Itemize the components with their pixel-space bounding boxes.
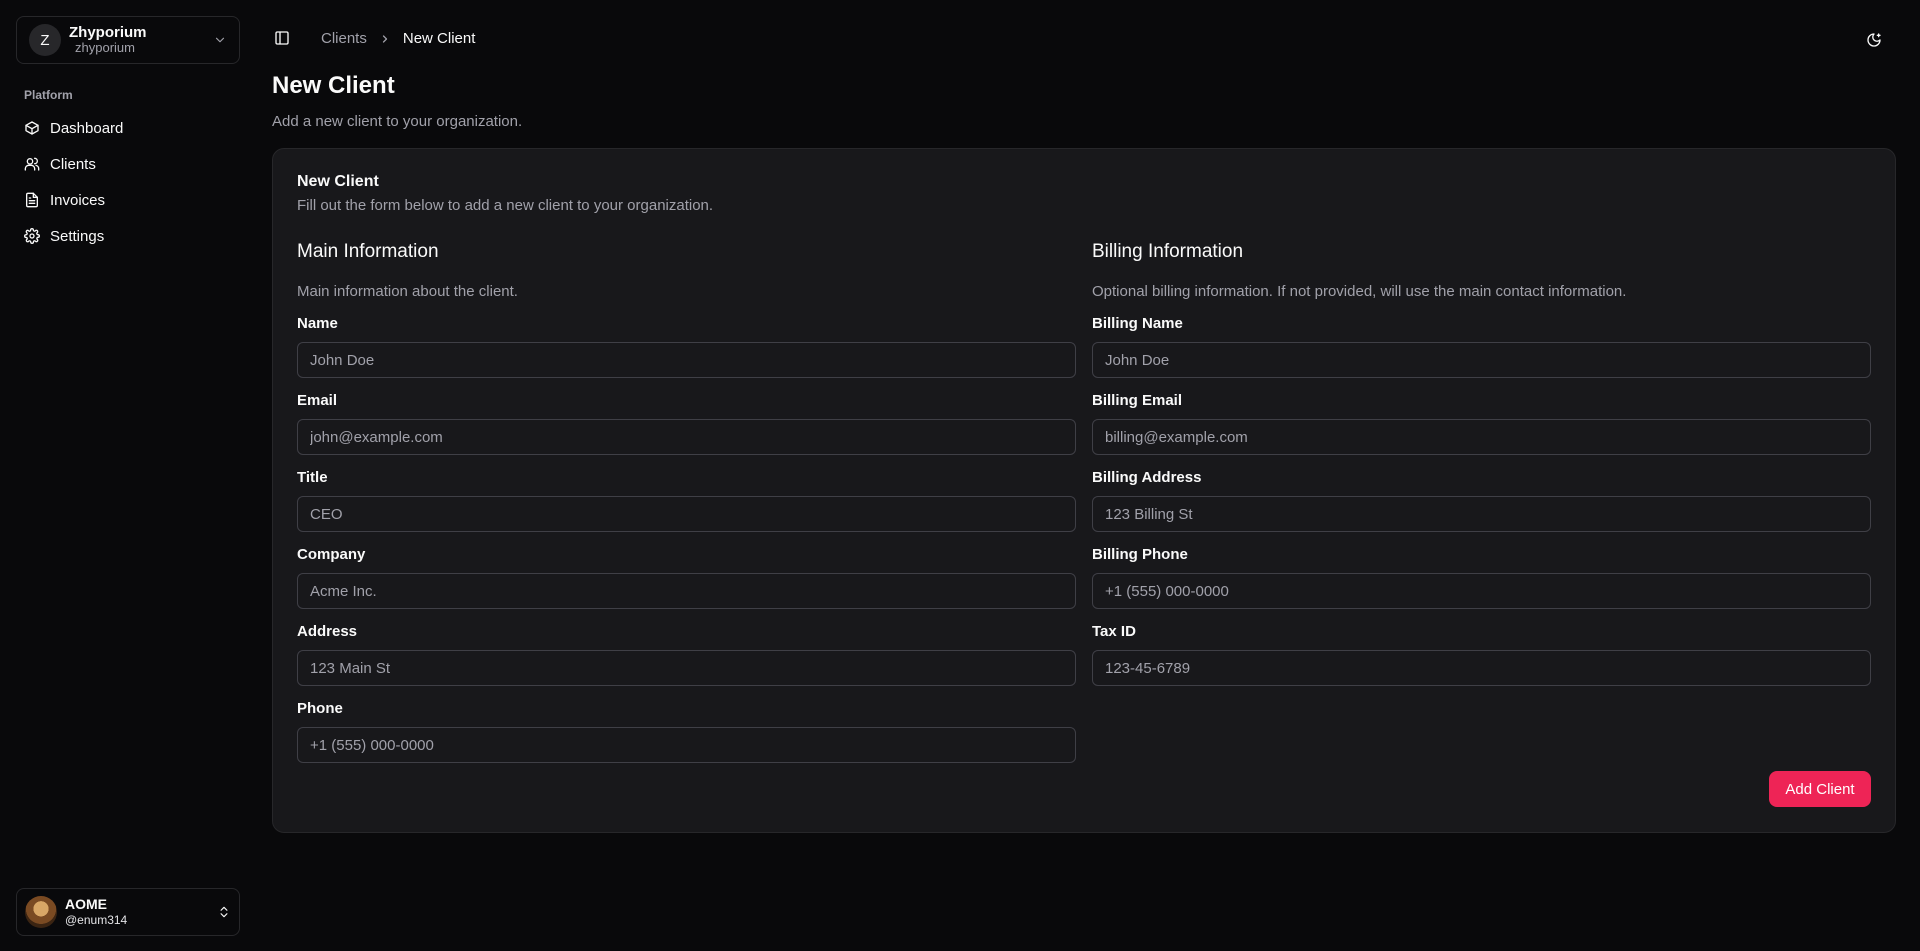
breadcrumb: Clients New Client — [321, 30, 475, 47]
billing-email-field: Billing Email — [1092, 392, 1871, 455]
chevrons-up-down-icon — [220, 906, 228, 918]
main-information-section: Main Information Main information about … — [297, 241, 1076, 763]
tax-id-input[interactable] — [1092, 650, 1871, 686]
field-label: Name — [297, 315, 338, 332]
sidebar-item-invoices[interactable]: Invoices — [16, 182, 240, 218]
chevron-right-icon — [382, 34, 387, 43]
sidebar-item-settings[interactable]: Settings — [16, 218, 240, 254]
section-description: Main information about the client. — [297, 283, 518, 300]
page-subtitle: Add a new client to your organization. — [272, 113, 523, 130]
user-text: AOME @enum314 — [65, 896, 217, 927]
sidebar-group-label: Platform — [24, 88, 73, 102]
new-client-card: New Client Fill out the form below to ad… — [272, 148, 1896, 833]
name-input[interactable] — [297, 342, 1076, 378]
email-field: Email — [297, 392, 1076, 455]
field-label: Billing Name — [1092, 315, 1183, 332]
company-field: Company — [297, 546, 1076, 609]
breadcrumb-link-clients[interactable]: Clients — [321, 30, 367, 47]
field-label: Email — [297, 392, 338, 409]
sidebar-item-label: Settings — [50, 227, 105, 245]
users-icon — [24, 157, 40, 171]
name-field: Name — [297, 315, 1076, 378]
sidebar-item-label: Invoices — [50, 191, 106, 209]
title-input[interactable] — [297, 496, 1076, 532]
field-label: Billing Phone — [1092, 546, 1188, 563]
billing-address-field: Billing Address — [1092, 469, 1871, 532]
org-switcher[interactable]: Z Zhyporium zhyporium — [16, 16, 240, 64]
avatar — [25, 896, 57, 928]
field-label: Tax ID — [1092, 623, 1136, 640]
org-name: Zhyporium — [69, 23, 147, 41]
section-description: Optional billing information. If not pro… — [1092, 283, 1627, 300]
org-slug: zhyporium — [75, 40, 135, 56]
card-description: Fill out the form below to add a new cli… — [297, 197, 714, 214]
page-title: New Client — [272, 72, 395, 99]
sidebar-item-label: Clients — [50, 155, 96, 173]
user-menu[interactable]: AOME @enum314 — [16, 888, 240, 936]
field-label: Address — [297, 623, 358, 640]
sidebar-toggle-button[interactable] — [272, 28, 292, 48]
phone-input[interactable] — [297, 727, 1076, 763]
sidebar-item-dashboard[interactable]: Dashboard — [16, 110, 240, 146]
card-title: New Client — [297, 173, 379, 190]
company-input[interactable] — [297, 573, 1076, 609]
sidebar-nav: Dashboard Clients Invoices Settings — [16, 110, 240, 254]
org-text: Zhyporium zhyporium — [69, 24, 213, 56]
billing-name-input[interactable] — [1092, 342, 1871, 378]
billing-email-input[interactable] — [1092, 419, 1871, 455]
title-field: Title — [297, 469, 1076, 532]
billing-address-input[interactable] — [1092, 496, 1871, 532]
file-text-icon — [26, 192, 38, 208]
field-label: Billing Address — [1092, 469, 1202, 486]
field-label: Phone — [297, 700, 343, 717]
billing-information-section: Billing Information Optional billing inf… — [1092, 241, 1871, 686]
panel-left-icon — [275, 31, 289, 45]
field-label: Company — [297, 546, 366, 563]
field-label: Billing Email — [1092, 392, 1183, 409]
billing-phone-field: Billing Phone — [1092, 546, 1871, 609]
billing-name-field: Billing Name — [1092, 315, 1871, 378]
sidebar: Z Zhyporium zhyporium Platform Dashboard… — [0, 0, 256, 951]
address-input[interactable] — [297, 650, 1076, 686]
email-input[interactable] — [297, 419, 1076, 455]
user-name: AOME — [65, 896, 107, 913]
address-field: Address — [297, 623, 1076, 686]
breadcrumb-current: New Client — [402, 30, 476, 47]
theme-toggle-button[interactable] — [1864, 30, 1884, 50]
org-avatar: Z — [29, 24, 61, 56]
billing-phone-input[interactable] — [1092, 573, 1871, 609]
tax-id-field: Tax ID — [1092, 623, 1871, 686]
sidebar-item-label: Dashboard — [50, 119, 124, 137]
sidebar-item-clients[interactable]: Clients — [16, 146, 240, 182]
chevron-down-icon — [215, 37, 225, 43]
field-label: Title — [297, 469, 328, 486]
phone-field: Phone — [297, 700, 1076, 763]
user-handle: @enum314 — [65, 913, 128, 928]
box-icon — [25, 121, 39, 135]
gear-icon — [24, 228, 40, 244]
section-title: Billing Information — [1092, 241, 1244, 262]
moon-icon — [1867, 33, 1881, 47]
section-title: Main Information — [297, 241, 439, 262]
add-client-button[interactable]: Add Client — [1769, 771, 1871, 807]
